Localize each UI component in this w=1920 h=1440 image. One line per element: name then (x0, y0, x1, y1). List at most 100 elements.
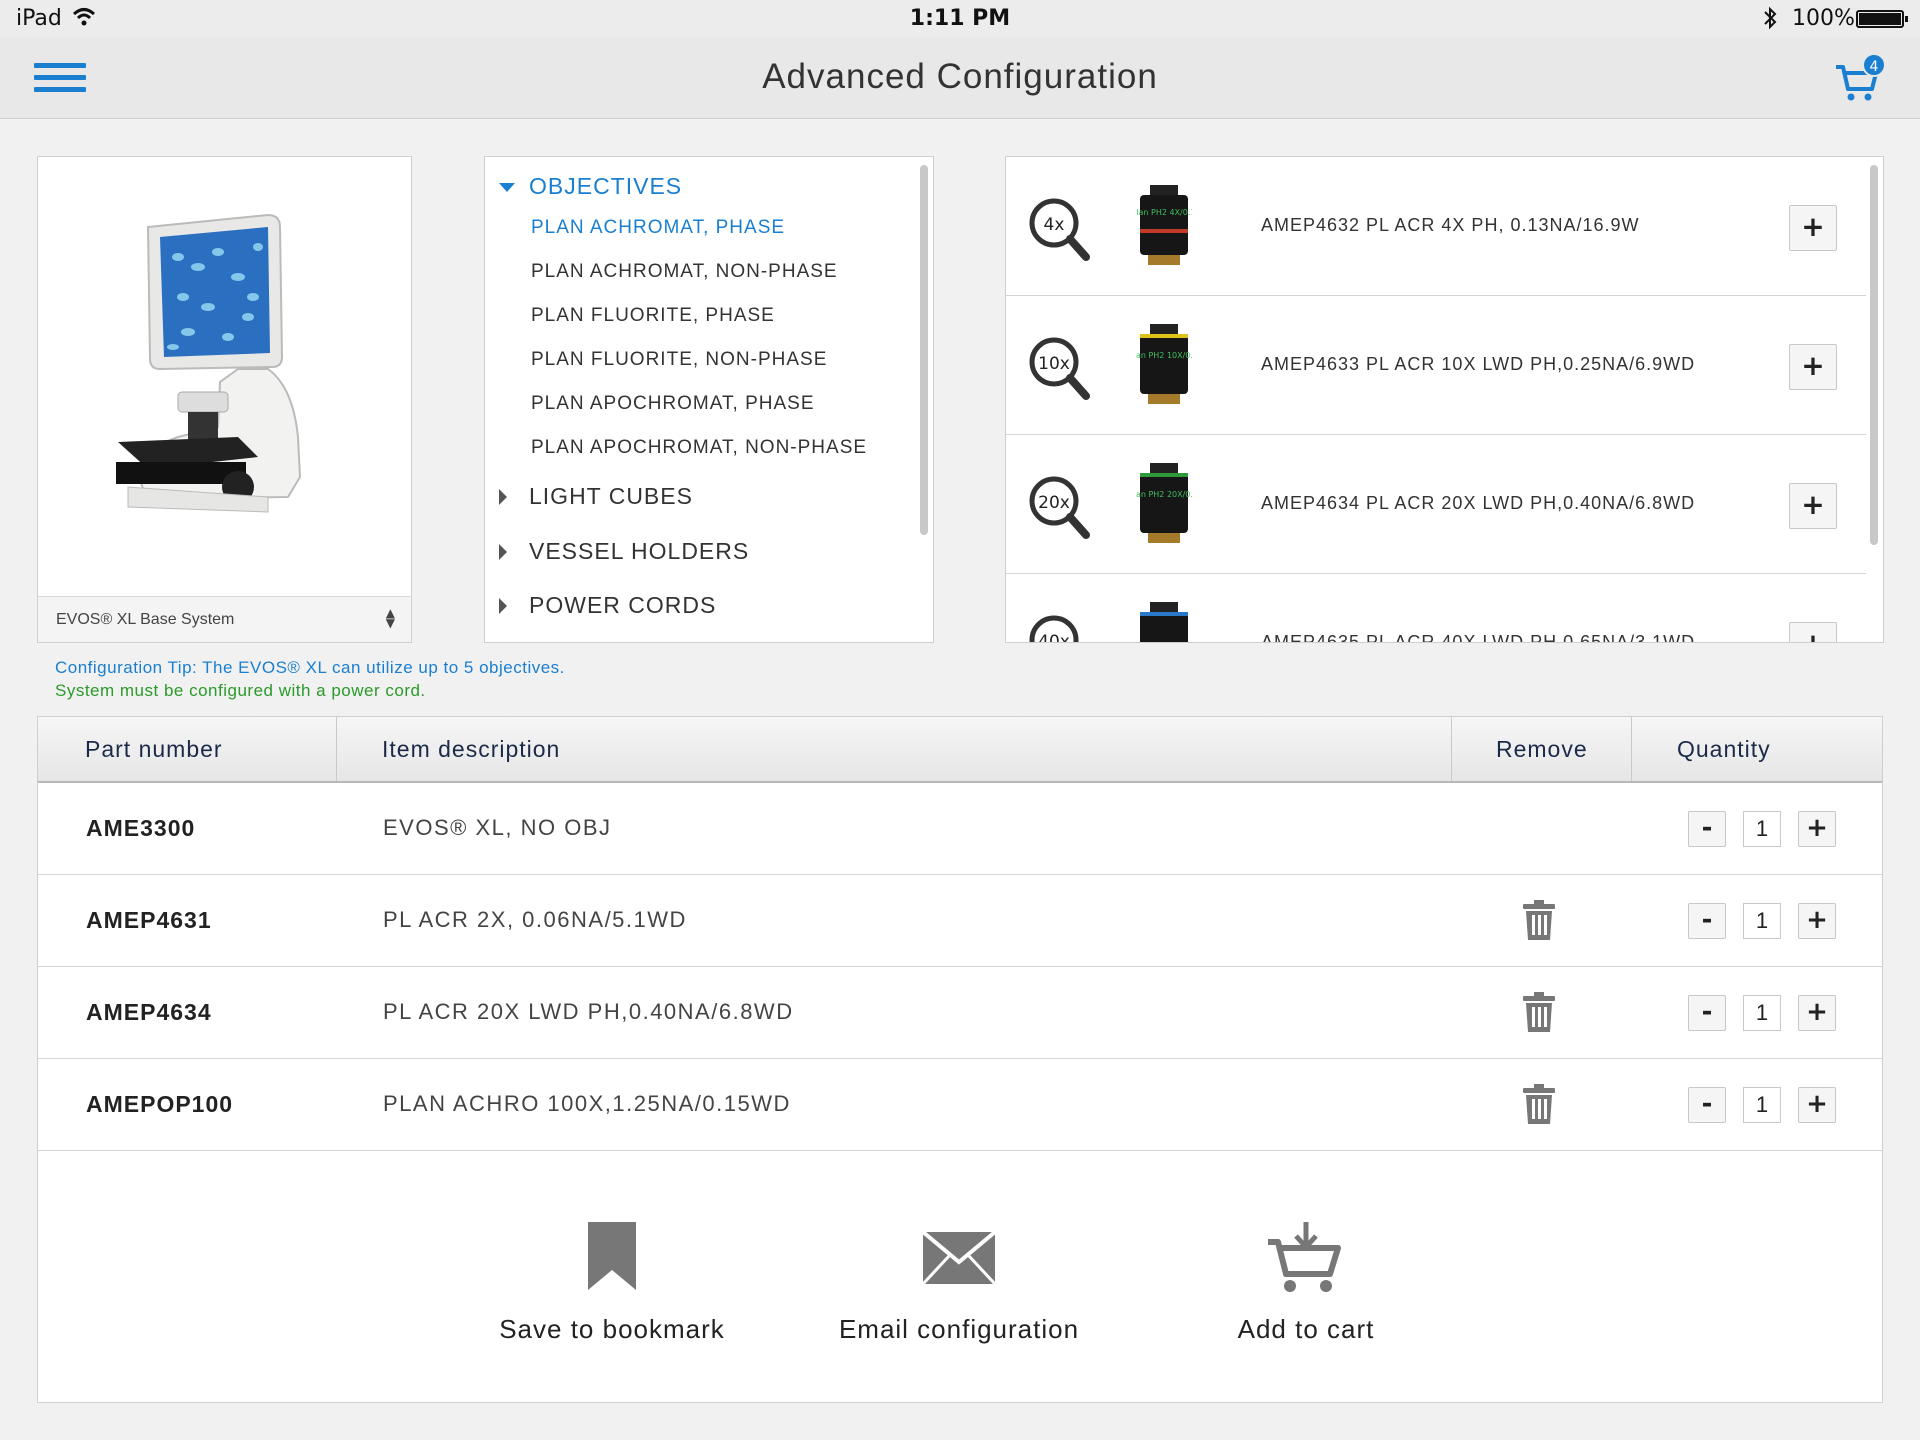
add-to-cart-icon (1268, 1222, 1341, 1292)
trash-icon[interactable] (1522, 991, 1556, 1033)
add-to-cart-label: Add to cart (1237, 1314, 1375, 1344)
svg-text:10x: 10x (1038, 354, 1070, 374)
page-title: Advanced Configuration (762, 57, 1158, 96)
header-remove: Remove (1496, 736, 1588, 762)
caret-right-icon (499, 544, 507, 560)
part-number: AMEP4634 (86, 999, 212, 1025)
battery-icon (1856, 10, 1908, 28)
add-objective-button[interactable]: + (1789, 205, 1837, 251)
configuration-tip: Configuration Tip: The EVOS® XL can util… (55, 658, 565, 677)
status-bar: iPad 1:11 PM 100% (0, 0, 1920, 37)
power-cord-tip: System must be configured with a power c… (55, 681, 426, 700)
objective-lens-image: Plan PH2 10X/0.25 (1136, 324, 1192, 404)
select-arrows-icon: ▲ ▼ (385, 606, 395, 630)
objective-name: AMEP4635 PL ACR 40X LWD PH,0.65NA/3.1WD (1261, 632, 1696, 643)
header-quantity: Quantity (1677, 736, 1771, 762)
product-selector-value: EVOS® XL Base System (56, 611, 235, 628)
quantity-value[interactable]: 1 (1743, 995, 1781, 1031)
caret-right-icon (499, 489, 507, 505)
microscope-image (116, 213, 302, 513)
svg-text:4x: 4x (1044, 215, 1065, 235)
category-tree: OBJECTIVES PLAN ACHROMAT, PHASE PLAN ACH… (484, 156, 934, 643)
clock: 1:11 PM (909, 6, 1011, 31)
increase-quantity-button[interactable]: + (1798, 811, 1836, 847)
item-description: EVOS® XL, NO OBJ (383, 815, 612, 840)
add-to-cart-button[interactable]: Add to cart (1176, 1220, 1436, 1360)
objective-list-scrollbar[interactable] (1870, 165, 1878, 545)
trash-icon[interactable] (1522, 899, 1556, 941)
header-item-description: Item description (382, 736, 561, 762)
table-row: AMEP4631 PL ACR 2X, 0.06NA/5.1WD - 1 + (38, 875, 1882, 967)
increase-quantity-button[interactable]: + (1798, 903, 1836, 939)
svg-text:40x: 40x (1038, 632, 1070, 643)
header-part-number: Part number (85, 736, 223, 762)
increase-quantity-button[interactable]: + (1798, 1087, 1836, 1123)
subcategory-plan-apochromat-phase[interactable]: PLAN APOCHROMAT, PHASE (531, 393, 815, 415)
increase-quantity-button[interactable]: + (1798, 995, 1836, 1031)
svg-text:Plan PH2 4X/0.13: Plan PH2 4X/0.13 (1136, 208, 1192, 217)
part-number: AME3300 (86, 815, 196, 841)
objective-name: AMEP4634 PL ACR 20X LWD PH,0.40NA/6.8WD (1261, 493, 1696, 513)
category-label: OBJECTIVES (529, 173, 683, 199)
cart-icon[interactable]: 4 (1834, 53, 1888, 103)
quantity-value[interactable]: 1 (1743, 1087, 1781, 1123)
item-description: PL ACR 2X, 0.06NA/5.1WD (383, 907, 687, 932)
item-description: PLAN ACHRO 100X,1.25NA/0.15WD (383, 1091, 791, 1116)
objective-name: AMEP4633 PL ACR 10X LWD PH,0.25NA/6.9WD (1261, 354, 1696, 374)
decrease-quantity-button[interactable]: - (1688, 811, 1726, 847)
caret-down-icon (499, 183, 515, 192)
save-to-bookmark-button[interactable]: Save to bookmark (482, 1220, 742, 1360)
caret-right-icon (499, 598, 507, 614)
table-row: AME3300 EVOS® XL, NO OBJ - 1 + (38, 783, 1882, 875)
subcategory-plan-achromat-non-phase[interactable]: PLAN ACHROMAT, NON-PHASE (531, 261, 838, 283)
product-image-panel: EVOS® XL Base System ▲ ▼ (37, 156, 412, 643)
add-objective-button[interactable]: + (1789, 344, 1837, 390)
objective-row: 4x Plan PH2 4X/0.13 AMEP4632 PL ACR 4X P… (1006, 157, 1866, 296)
objective-row: 20x Plan PH2 20X/0.40 AMEP4634 PL ACR 20… (1006, 435, 1866, 574)
cart-count-badge: 4 (1862, 53, 1886, 77)
part-number: AMEPOP100 (86, 1091, 234, 1117)
product-selector[interactable]: EVOS® XL Base System ▲ ▼ (38, 596, 411, 642)
battery-percent: 100% (1792, 6, 1855, 31)
decrease-quantity-button[interactable]: - (1688, 1087, 1726, 1123)
quantity-value[interactable]: 1 (1743, 903, 1781, 939)
objective-lens-image: Plan PH2 4X/0.13 (1136, 185, 1192, 265)
add-objective-button[interactable]: + (1789, 483, 1837, 529)
magnify-icon[interactable]: 4x (1028, 197, 1090, 263)
envelope-icon (921, 1230, 997, 1286)
nav-bar: Advanced Configuration 4 (0, 37, 1920, 119)
subcategory-plan-fluorite-phase[interactable]: PLAN FLUORITE, PHASE (531, 305, 775, 327)
email-configuration-label: Email configuration (838, 1314, 1080, 1344)
objective-name: AMEP4632 PL ACR 4X PH, 0.13NA/16.9W (1261, 215, 1640, 235)
tree-scrollbar[interactable] (920, 165, 928, 535)
objective-row: 10x Plan PH2 10X/0.25 AMEP4633 PL ACR 10… (1006, 296, 1866, 435)
objective-lens-image: Plan PH2 20X/0.40 (1136, 463, 1192, 543)
table-header: Part number Item description Remove Quan… (38, 717, 1882, 783)
objective-list: 4x Plan PH2 4X/0.13 AMEP4632 PL ACR 4X P… (1005, 156, 1884, 643)
objective-lens-image (1140, 602, 1188, 642)
subcategory-plan-apochromat-non-phase[interactable]: PLAN APOCHROMAT, NON-PHASE (531, 437, 867, 459)
magnify-icon[interactable]: 40x (1028, 614, 1090, 643)
add-objective-button[interactable]: + (1789, 622, 1837, 642)
svg-text:Plan PH2 20X/0.40: Plan PH2 20X/0.40 (1136, 490, 1192, 499)
decrease-quantity-button[interactable]: - (1688, 903, 1726, 939)
magnify-icon[interactable]: 10x (1028, 336, 1090, 402)
category-label: VESSEL HOLDERS (529, 538, 750, 564)
svg-text:20x: 20x (1038, 493, 1070, 513)
objective-row: 40x AMEP4635 PL ACR 40X LWD PH,0.65NA/3.… (1006, 574, 1866, 643)
category-label: LIGHT CUBES (529, 483, 693, 509)
table-row: AMEPOP100 PLAN ACHRO 100X,1.25NA/0.15WD … (38, 1059, 1882, 1151)
email-configuration-button[interactable]: Email configuration (829, 1220, 1089, 1360)
decrease-quantity-button[interactable]: - (1688, 995, 1726, 1031)
magnify-icon[interactable]: 20x (1028, 475, 1090, 541)
quantity-value[interactable]: 1 (1743, 811, 1781, 847)
item-description: PL ACR 20X LWD PH,0.40NA/6.8WD (383, 999, 794, 1024)
table-row: AMEP4634 PL ACR 20X LWD PH,0.40NA/6.8WD … (38, 967, 1882, 1059)
save-to-bookmark-label: Save to bookmark (499, 1314, 725, 1344)
svg-text:Plan PH2 10X/0.25: Plan PH2 10X/0.25 (1136, 351, 1192, 360)
trash-icon[interactable] (1522, 1083, 1556, 1125)
subcategory-plan-fluorite-non-phase[interactable]: PLAN FLUORITE, NON-PHASE (531, 349, 827, 371)
bookmark-icon (588, 1222, 636, 1290)
part-number: AMEP4631 (86, 907, 212, 933)
subcategory-plan-achromat-phase[interactable]: PLAN ACHROMAT, PHASE (531, 217, 785, 239)
